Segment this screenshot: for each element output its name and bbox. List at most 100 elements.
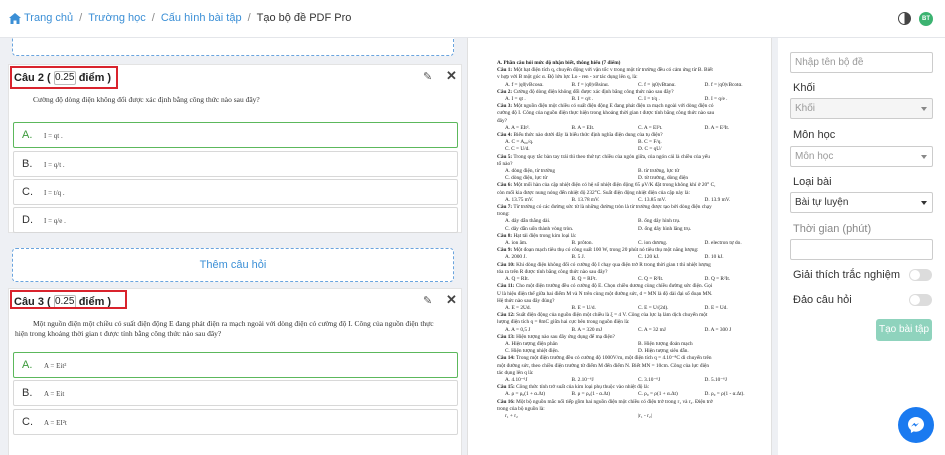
edit-icon[interactable]: ✎ [423, 295, 435, 307]
option-letter: C. [22, 186, 33, 198]
option-c[interactable]: C. I = t/q . [13, 179, 458, 205]
pdf-option: C. 3.10⁻⁶J [638, 376, 661, 383]
pdf-text-line: v hợp với B một góc α. Độ lớn lực Lo - r… [497, 74, 638, 81]
pdf-option-row: A. f = |q0|vBcosα. B. f = |q0|vBsinα. C. f… [497, 82, 763, 89]
option-b[interactable]: B. A = Eit [13, 380, 458, 406]
pdf-option [564, 413, 631, 420]
option-value: A = Eit² [44, 362, 67, 370]
subject-select[interactable]: Môn học [790, 146, 933, 167]
pdf-option: D. ống dây hình lăng trụ. [638, 225, 692, 232]
breadcrumb-exercise-config[interactable]: Cấu hình bài tập [161, 12, 242, 24]
theme-toggle-icon[interactable] [898, 12, 911, 25]
avatar[interactable]: BT [919, 12, 933, 26]
option-value: I = qt . [44, 132, 63, 140]
option-b[interactable]: B. I = q/t . [13, 151, 458, 177]
breadcrumb-school[interactable]: Trường học [88, 12, 146, 24]
pdf-option-row: A. ρ = ρ₀(1 + α.Δt) B. ρ = ρ₀(1 - α.Δt) C.… [497, 391, 763, 398]
close-icon[interactable]: ✕ [446, 293, 458, 306]
option-letter: B. [22, 158, 33, 170]
pdf-text-line: Câu 16: Một bộ nguồn mắc nối tiếp gồm ha… [497, 398, 713, 405]
pdf-option-row: A. C = A₀₀/q. B. C = F/q. [497, 139, 763, 146]
add-question-button[interactable]: Thêm câu hỏi [12, 248, 454, 282]
pdf-option: A. I = qt . [505, 96, 526, 103]
pdf-text-line: lượng điện tích q = 8mC giữa hai cực bên… [497, 319, 630, 326]
pdf-option: A. E = 2Ud. [505, 304, 531, 311]
pdf-text-line: đây? [497, 117, 507, 124]
option-c[interactable]: C. A = EI²t [13, 409, 458, 435]
create-exercise-button[interactable]: Tạo bài tập [876, 319, 932, 341]
pdf-option: D. C = qU/ [638, 146, 662, 153]
shuffle-toggle[interactable] [909, 294, 932, 306]
home-icon[interactable] [9, 12, 21, 24]
exam-settings-form: Nhập tên bộ đề Khối Khối Môn học Môn học… [778, 38, 945, 455]
add-question-area-top[interactable] [12, 38, 454, 56]
pdf-option: C. ρ₀ = ρ(1 + α.Δt) [638, 391, 678, 398]
breadcrumb-separator: / [151, 12, 155, 24]
pdf-option: A. Q = RIt. [505, 276, 530, 283]
pdf-option-row: A. E = 2Ud. B. E = U/d. C. E = U/(2d). D. E… [497, 305, 763, 312]
pdf-option: B. 13.78 mV. [571, 196, 600, 203]
pdf-text-line: cường độ I. Công của nguồn điện thực hiệ… [497, 110, 715, 117]
pdf-option: C. 120 kJ. [638, 254, 660, 261]
pdf-text-line: còn mối kia được nung nóng đến nhiệt độ … [497, 189, 690, 196]
option-value: A = Eit [44, 390, 65, 398]
option-letter: A. [22, 129, 33, 141]
edit-icon[interactable]: ✎ [423, 71, 435, 83]
option-value: I = q/t . [44, 161, 65, 169]
pdf-option: C. 13.85 mV. [638, 196, 667, 203]
pdf-option: C. C = U/d. [505, 146, 530, 153]
messenger-chat-button[interactable] [898, 407, 934, 443]
pdf-option: D. A = 300 J [704, 326, 732, 333]
pdf-option-row: A. I = qt . B. I = q/t . C. I = t/q . D. I … [497, 96, 763, 103]
pdf-text-line: Câu 13: Hiện tượng nào sau đây ứng dụng … [497, 333, 615, 340]
type-select[interactable]: Bài tự luyện [790, 192, 933, 213]
option-value: I = t/q . [44, 189, 65, 197]
question-text[interactable]: Một nguồn điện một chiều có suất điện độ… [15, 319, 447, 339]
messenger-icon [908, 417, 924, 433]
breadcrumb-separator: / [79, 12, 83, 24]
pdf-option-row: A. ion âm. B. prôton. C. ion dương. D. elec… [497, 240, 763, 247]
option-a[interactable]: A. A = Eit² [13, 352, 458, 378]
pdf-option: r₁ + r₂ [505, 412, 518, 419]
pdf-option-row: C. Hiện tượng nhiệt điện. D. Hiện tượng s… [497, 348, 763, 355]
pdf-preview[interactable]: A. Phần câu hỏi mức độ nhận biết, thông … [467, 38, 772, 455]
exam-name-input[interactable]: Nhập tên bộ đề [790, 52, 933, 73]
pdf-option: D. 5.10⁻⁶J [704, 376, 727, 383]
pdf-text-line: Câu 5: Trong quy tắc bàn tay trái thì th… [497, 153, 710, 160]
pdf-option: B. ρ = ρ₀(1 - α.Δt) [571, 391, 611, 398]
pdf-option-row: A. dây dẫn thẳng dài. B. ống dây hình trụ… [497, 218, 763, 225]
pdf-option: D. 10 kJ. [704, 254, 724, 261]
option-value: A = EI²t [44, 419, 67, 427]
grade-select[interactable]: Khối [790, 98, 933, 119]
explain-toggle[interactable] [909, 269, 932, 281]
pdf-option-row: A. A = 0,5 J B. A = 320 mJ C. A = 32 mJ D. … [497, 327, 763, 334]
option-d[interactable]: D. I = q/e . [13, 207, 458, 233]
pdf-option: A. dòng điện, từ trường [505, 168, 556, 175]
pdf-text-line: Hệ thức nào sau đây đúng? [497, 297, 555, 304]
pdf-option: B. 5 J. [571, 254, 586, 261]
question-card-3: Câu 3 ( 0.25 điểm ) ✎ ✕ Một nguồn điện m… [8, 288, 462, 455]
pdf-text-line: tác dụng lên q là: [497, 369, 534, 376]
breadcrumb-home[interactable]: Trang chủ [24, 12, 73, 24]
pdf-option: A. ρ = ρ₀(1 + α.Δt) [505, 391, 546, 398]
pdf-text-line: tỏa ra trên R được tính bằng công thức n… [497, 268, 608, 275]
option-a[interactable]: A. I = qt . [13, 122, 458, 148]
close-icon[interactable]: ✕ [446, 69, 458, 82]
shuffle-label: Đảo câu hỏi [793, 294, 852, 306]
pdf-option: B. từ trường, lực từ [638, 168, 680, 175]
pdf-text-line: Câu 8: Hạt tải điện trong kim loại là: [497, 232, 577, 239]
pdf-option: A. f = |q0|vBcosα. [505, 81, 544, 88]
option-letter: B. [22, 387, 33, 399]
pdf-option: B. A = EIt. [571, 124, 595, 131]
time-input[interactable] [790, 239, 933, 260]
pdf-text-line: Câu 2: Cường độ dòng điện không đổi được… [497, 88, 674, 95]
highlight-box [10, 66, 118, 89]
time-label: Thời gian (phút) [793, 223, 872, 235]
pdf-option-row: r₁ + r₂ |r₁ - r₂| [497, 413, 763, 420]
option-letter: C. [22, 416, 33, 428]
question-text[interactable]: Cường độ dòng điện không đổi được xác đị… [33, 95, 447, 105]
pdf-text-line: Câu 10: Khi dòng điện không đổi có cường… [497, 261, 711, 268]
pdf-option-row: A. 13.75 mV. B. 13.78 mV. C. 13.85 mV. D. 1… [497, 197, 763, 204]
pdf-option-row: C. dây dẫn uốn thành vòng tròn. D. ống dâ… [497, 226, 763, 233]
option-value: I = q/e . [44, 217, 66, 225]
